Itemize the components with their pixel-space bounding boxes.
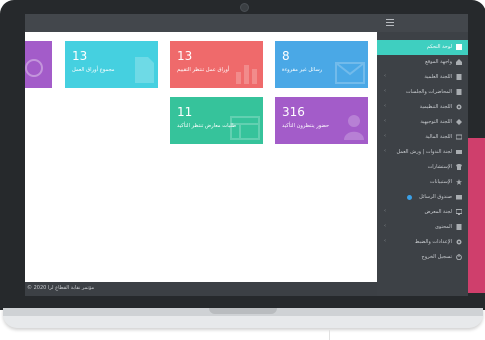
laptop-base	[3, 308, 483, 328]
shirt-icon	[456, 164, 462, 170]
chevron-left-icon: ‹	[384, 118, 386, 124]
dashboard-content: 8 رسائل غير مقروءة 13 أوراق عمل تنتظر ال…	[25, 32, 377, 282]
laptop-bezel: 8 رسائل غير مقروءة 13 أوراق عمل تنتظر ال…	[0, 0, 485, 310]
diamond-icon	[456, 119, 462, 125]
sidebar-item-settings[interactable]: الإعدادات والضبط ‹	[377, 235, 468, 250]
sidebar-item-label: اللجنة التوجيهية	[420, 119, 452, 125]
document-icon	[456, 89, 462, 95]
sidebar-item-label: الإستشارات	[427, 164, 452, 170]
tile-label: رسائل غير مقروءة	[282, 67, 323, 73]
chevron-left-icon: ‹	[384, 88, 386, 94]
sidebar-item-label: لوحة التحكم	[426, 44, 452, 50]
sidebar-item-label: المحتوى	[434, 224, 452, 230]
sidebar-item-label: لجنة الندوات | ورش العمل	[396, 149, 452, 155]
sidebar-item-label: تسجيل الخروج	[421, 254, 452, 260]
sidebar-item-label: الإستبيانات	[429, 179, 452, 185]
tile-unread-messages[interactable]: 8 رسائل غير مقروءة	[275, 41, 368, 88]
sidebar-item-dashboard[interactable]: لوحة التحكم	[377, 40, 468, 55]
dashboard-icon	[456, 44, 462, 50]
sidebar-item-finance-committee[interactable]: اللجنة المالية ‹	[377, 130, 468, 145]
sidebar-item-logout[interactable]: تسجيل الخروج	[377, 250, 468, 265]
document-icon	[456, 74, 462, 80]
document-icon	[135, 57, 154, 83]
chevron-left-icon: ‹	[384, 208, 386, 214]
sidebar-item-label: واجهة الموقع	[425, 59, 452, 65]
tile-attendees-pending[interactable]: 316 حضور ينتظرون التأكيد	[275, 97, 368, 144]
sidebar-item-workshops[interactable]: لجنة الندوات | ورش العمل ‹	[377, 145, 468, 160]
monitor-icon	[456, 209, 462, 215]
tile-number: 13	[177, 49, 193, 63]
camera-icon	[240, 3, 249, 12]
tile-total-papers[interactable]: 13 مجموع أوراق العمل	[65, 41, 158, 88]
sidebar-item-exhibition-committee[interactable]: لجنة المعرض ‹	[377, 205, 468, 220]
tile-exhibit-requests[interactable]: 11 طلبات معارض تنتظر التأكيد	[170, 97, 263, 144]
money-icon	[456, 134, 462, 140]
chevron-left-icon: ‹	[384, 73, 386, 79]
tile-number: 8	[282, 49, 290, 63]
home-icon	[456, 59, 462, 65]
star-icon	[456, 179, 462, 185]
tile-number: 316	[282, 105, 305, 119]
sidebar-item-consultations[interactable]: الإستشارات	[377, 160, 468, 175]
sidebar-item-content[interactable]: المحتوى ‹	[377, 220, 468, 235]
notification-badge	[407, 195, 412, 200]
tile-label: مجموع أوراق العمل	[72, 67, 115, 73]
footer: © 2020 مؤتمر نقابة القطاع لرا	[25, 282, 377, 296]
tile-label: حضور ينتظرون التأكيد	[282, 123, 330, 129]
sidebar-item-label: اللجنة العلمية	[424, 74, 452, 80]
chevron-left-icon: ‹	[384, 103, 386, 109]
screen: 8 رسائل غير مقروءة 13 أوراق عمل تنتظر ال…	[25, 14, 468, 296]
footer-copyright: © 2020 مؤتمر نقابة القطاع لرا	[27, 285, 95, 291]
sidebar-item-label: الإعدادات والضبط	[414, 239, 452, 245]
sidebar-item-label: المحاضرات والجلسات	[405, 89, 452, 95]
sidebar-item-scientific-committee[interactable]: اللجنة العلمية ‹	[377, 70, 468, 85]
tile-number: 11	[177, 105, 193, 119]
tile-partial[interactable]	[25, 41, 52, 88]
inbox-icon	[456, 195, 462, 200]
gear-icon	[456, 104, 462, 110]
background-accent-strip	[468, 138, 485, 293]
tile-label: أوراق عمل تنتظر التقييم	[177, 67, 230, 73]
chevron-left-icon: ‹	[384, 223, 386, 229]
sidebar-item-lectures[interactable]: المحاضرات والجلسات ‹	[377, 85, 468, 100]
sidebar-item-organizing-committee[interactable]: اللجنة التنظيمية ‹	[377, 100, 468, 115]
sidebar-item-surveys[interactable]: الإستبيانات	[377, 175, 468, 190]
card-icon	[456, 150, 462, 154]
top-bar	[25, 14, 468, 32]
sidebar-item-steering-committee[interactable]: اللجنة التوجيهية ‹	[377, 115, 468, 130]
sidebar-item-website[interactable]: واجهة الموقع	[377, 55, 468, 70]
tile-pending-evaluation[interactable]: 13 أوراق عمل تنتظر التقييم	[170, 41, 263, 88]
sidebar-item-inbox[interactable]: صندوق الرسائل	[377, 190, 468, 205]
hamburger-menu-icon[interactable]	[386, 19, 394, 26]
chevron-left-icon: ‹	[384, 133, 386, 139]
sidebar-item-label: صندوق الرسائل	[419, 194, 452, 200]
grid-icon	[230, 116, 260, 140]
envelope-icon	[335, 62, 365, 84]
tile-label: طلبات معارض تنتظر التأكيد	[177, 123, 237, 129]
document-icon	[456, 224, 462, 230]
gear-icon	[456, 239, 462, 245]
sidebar: لوحة التحكم واجهة الموقع اللجنة العلمية …	[377, 32, 468, 296]
sidebar-item-label: اللجنة التنظيمية	[419, 104, 452, 110]
users-icon	[25, 59, 43, 77]
tile-number: 13	[72, 49, 88, 63]
laptop-notch	[209, 308, 277, 314]
sidebar-item-label: لجنة المعرض	[424, 209, 452, 215]
chevron-left-icon: ‹	[384, 238, 386, 244]
bar-chart-icon	[236, 65, 257, 84]
power-icon	[456, 254, 462, 260]
sidebar-item-label: اللجنة المالية	[425, 134, 452, 140]
chevron-left-icon: ‹	[384, 148, 386, 154]
person-icon	[344, 115, 364, 140]
